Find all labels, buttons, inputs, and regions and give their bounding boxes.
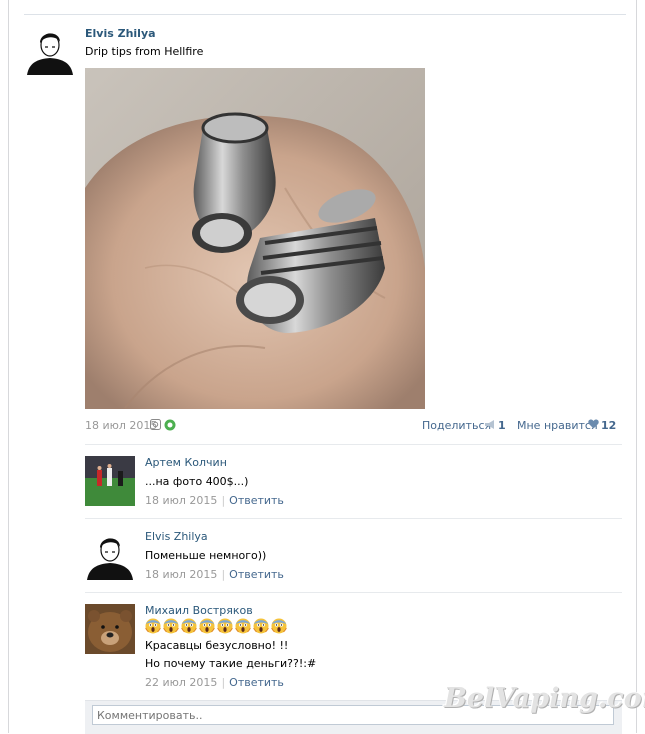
location-badge-icon — [164, 419, 176, 431]
like-count: 12 — [601, 419, 617, 432]
post-author-name[interactable]: Elvis Zhilya — [85, 27, 156, 40]
comment-avatar-mikhail[interactable] — [85, 604, 135, 654]
comment-date[interactable]: 18 июл 2015 — [145, 494, 217, 507]
comment-date[interactable]: 22 июл 2015 — [145, 676, 217, 689]
emoji-row — [145, 618, 287, 634]
screaming-face-emoji-icon — [163, 618, 179, 634]
screaming-face-emoji-icon — [271, 618, 287, 634]
screaming-face-emoji-icon — [199, 618, 215, 634]
frame-border-left — [8, 0, 9, 733]
comment-text: Поменьше немного)) — [145, 549, 267, 562]
reply-button[interactable]: Ответить — [229, 676, 284, 689]
comment-text: Но почему такие деньги??!:# — [145, 657, 317, 670]
post-author-avatar[interactable] — [25, 25, 75, 75]
share-button[interactable]: Поделиться — [422, 419, 491, 432]
comment-date[interactable]: 18 июл 2015 — [145, 568, 217, 581]
comment-avatar-artem[interactable] — [85, 456, 135, 506]
screaming-face-emoji-icon — [181, 618, 197, 634]
screaming-face-emoji-icon — [145, 618, 161, 634]
post-date[interactable]: 18 июл 2015 — [85, 419, 157, 432]
watermark: BelVaping.com — [444, 683, 645, 714]
instagram-icon — [150, 419, 161, 430]
comment-author[interactable]: Elvis Zhilya — [145, 530, 208, 543]
comment-meta: 22 июл 2015 | Ответить — [145, 676, 284, 689]
like-button[interactable]: Мне нравится — [517, 419, 598, 432]
top-divider — [24, 14, 626, 15]
reply-button[interactable]: Ответить — [229, 494, 284, 507]
screaming-face-emoji-icon — [235, 618, 251, 634]
comment-meta: 18 июл 2015 | Ответить — [145, 568, 284, 581]
post-photo[interactable] — [85, 68, 425, 409]
comment-avatar-elvis[interactable] — [85, 530, 135, 580]
comment-author[interactable]: Михаил Востряков — [145, 604, 253, 617]
comment-text: Красавцы безусловно! !! — [145, 639, 289, 652]
heart-icon[interactable] — [588, 419, 599, 429]
reply-button[interactable]: Ответить — [229, 568, 284, 581]
post-text: Drip tips from Hellfire — [85, 45, 204, 58]
comment-text: ...на фото 400$...) — [145, 475, 249, 488]
share-count: 1 — [498, 419, 506, 432]
comment-divider — [85, 592, 622, 593]
comment-meta: 18 июл 2015 | Ответить — [145, 494, 284, 507]
megaphone-icon — [485, 420, 494, 429]
comments-divider — [85, 444, 622, 445]
frame-border-right — [636, 0, 637, 733]
screaming-face-emoji-icon — [217, 618, 233, 634]
comment-author[interactable]: Артем Колчин — [145, 456, 227, 469]
comment-divider — [85, 518, 622, 519]
screaming-face-emoji-icon — [253, 618, 269, 634]
